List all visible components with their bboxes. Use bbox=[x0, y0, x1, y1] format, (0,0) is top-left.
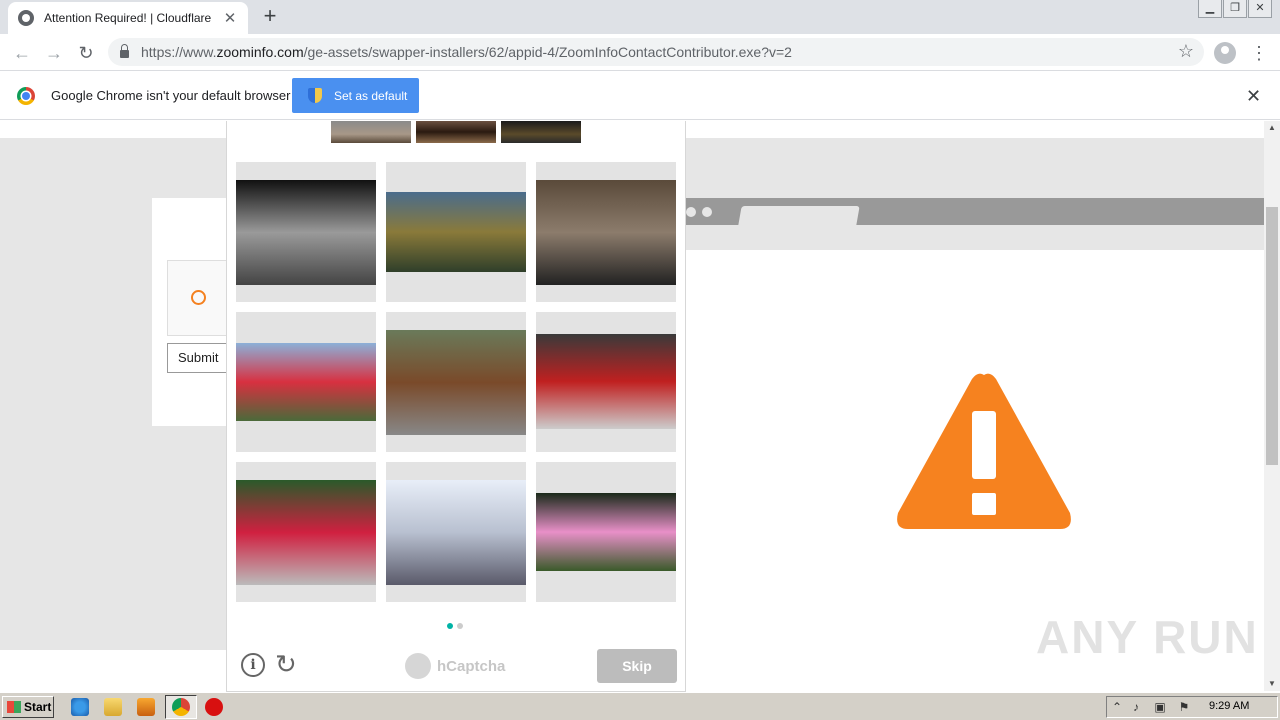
example-image bbox=[331, 121, 411, 143]
infobar-close-icon[interactable]: ✕ bbox=[1246, 86, 1261, 107]
bookmark-star-icon[interactable]: ☆ bbox=[1178, 41, 1194, 62]
menu-kebab-icon[interactable]: ⋮ bbox=[1250, 42, 1268, 64]
address-bar[interactable]: https://www.zoominfo.com/ge-assets/swapp… bbox=[108, 38, 1204, 66]
example-image bbox=[501, 121, 581, 143]
chrome-logo-icon bbox=[17, 87, 35, 105]
start-button[interactable]: Start bbox=[2, 696, 54, 718]
tile-image bbox=[236, 480, 376, 585]
set-as-default-button[interactable]: Set as default bbox=[292, 78, 419, 113]
tile-image bbox=[536, 334, 676, 429]
captcha-tile-sports-car[interactable] bbox=[236, 162, 376, 302]
captcha-tile-rubble-bike[interactable] bbox=[536, 162, 676, 302]
restore-button[interactable]: ❐ bbox=[1223, 0, 1247, 18]
tray-expand-icon[interactable]: ⌃ bbox=[1110, 700, 1124, 714]
ie-icon[interactable] bbox=[71, 698, 89, 716]
scroll-up-arrow-icon[interactable]: ▲ bbox=[1264, 121, 1280, 135]
browser-toolbar: ← → ↻ https://www.zoominfo.com/ge-assets… bbox=[0, 34, 1280, 71]
captcha-tile-double-decker-bus[interactable] bbox=[386, 162, 526, 302]
tab-cloudflare[interactable]: Attention Required! | Cloudflare ✕ bbox=[8, 2, 248, 34]
tile-image bbox=[386, 480, 526, 585]
tab-strip: Attention Required! | Cloudflare ✕ + ▁ ❐… bbox=[0, 0, 1280, 34]
chrome-icon bbox=[172, 698, 190, 716]
windows-flag-icon bbox=[7, 701, 21, 713]
tile-image bbox=[386, 192, 526, 272]
hcaptcha-logo: hCaptcha bbox=[405, 653, 505, 679]
scroll-thumb[interactable] bbox=[1266, 207, 1278, 465]
page-dot[interactable] bbox=[457, 623, 463, 629]
page-indicator bbox=[447, 623, 463, 629]
reload-icon[interactable]: ↻ bbox=[73, 40, 99, 66]
warning-triangle-icon bbox=[897, 373, 1071, 529]
globe-icon bbox=[18, 10, 34, 26]
infobar-message: Google Chrome isn't your default browser bbox=[51, 88, 291, 103]
tab-close-icon[interactable]: ✕ bbox=[222, 9, 238, 27]
volume-icon[interactable]: ♪ bbox=[1129, 700, 1143, 714]
tile-image bbox=[536, 493, 676, 571]
start-label: Start bbox=[24, 700, 52, 714]
tab-title: Attention Required! | Cloudflare bbox=[44, 11, 212, 25]
illustration-dot bbox=[686, 207, 696, 217]
captcha-tile-pink-tour-bus[interactable] bbox=[536, 462, 676, 602]
url-text: https://www.zoominfo.com/ge-assets/swapp… bbox=[141, 44, 792, 60]
captcha-tile-train-side[interactable] bbox=[386, 462, 526, 602]
anyrun-watermark: ANY RUN bbox=[1036, 611, 1259, 663]
example-image bbox=[416, 121, 496, 143]
hcaptcha-wordmark: hCaptcha bbox=[437, 657, 506, 675]
forward-arrow-icon[interactable]: → bbox=[41, 40, 67, 66]
illustration-tab bbox=[738, 206, 860, 225]
illustration-dot bbox=[702, 207, 712, 217]
alert-app-icon[interactable] bbox=[205, 698, 223, 716]
uac-shield-icon bbox=[308, 88, 322, 103]
captcha-tile-fire-engine[interactable] bbox=[536, 312, 676, 452]
set-as-default-label: Set as default bbox=[334, 88, 408, 103]
captcha-tile-red-coach[interactable] bbox=[236, 462, 376, 602]
tile-image bbox=[386, 330, 526, 435]
loading-spinner-icon bbox=[191, 290, 206, 305]
network-icon[interactable]: ▣ bbox=[1153, 700, 1167, 714]
default-browser-infobar: Google Chrome isn't your default browser… bbox=[0, 72, 1280, 120]
refresh-icon[interactable]: ↻ bbox=[275, 650, 297, 678]
image-grid bbox=[236, 162, 678, 602]
info-icon[interactable]: i bbox=[241, 653, 265, 677]
lock-icon bbox=[120, 44, 129, 58]
illustration-toolbar bbox=[686, 225, 1264, 250]
vertical-scrollbar[interactable]: ▲ ▼ bbox=[1264, 121, 1280, 691]
minimize-button[interactable]: ▁ bbox=[1198, 0, 1222, 18]
tile-image bbox=[536, 180, 676, 285]
scroll-down-arrow-icon[interactable]: ▼ bbox=[1264, 677, 1280, 691]
example-images bbox=[331, 121, 581, 143]
tile-image bbox=[236, 343, 376, 421]
close-window-button[interactable]: ✕ bbox=[1248, 0, 1272, 18]
captcha-tile-train-platform[interactable] bbox=[386, 312, 526, 452]
folder-icon[interactable] bbox=[104, 698, 122, 716]
page-dot[interactable] bbox=[447, 623, 453, 629]
action-center-flag-icon[interactable]: ⚑ bbox=[1177, 700, 1191, 714]
profile-avatar-icon[interactable] bbox=[1214, 42, 1236, 64]
skip-button[interactable]: Skip bbox=[597, 649, 677, 683]
system-tray: ⌃ ♪ ▣ ⚑ 9:29 AM bbox=[1106, 696, 1278, 718]
media-player-icon[interactable] bbox=[137, 698, 155, 716]
hcaptcha-challenge: i ↻ hCaptcha Skip bbox=[226, 121, 686, 692]
window-controls: ▁ ❐ ✕ bbox=[1197, 0, 1272, 18]
windows-taskbar: Start ⌃ ♪ ▣ ⚑ 9:29 AM bbox=[0, 692, 1280, 720]
tile-image bbox=[236, 180, 376, 285]
captcha-tile-red-bus-station[interactable] bbox=[236, 312, 376, 452]
back-arrow-icon[interactable]: ← bbox=[9, 40, 35, 66]
taskbar-clock[interactable]: 9:29 AM bbox=[1209, 700, 1249, 712]
new-tab-button[interactable]: + bbox=[258, 5, 282, 29]
hcaptcha-mark-icon bbox=[405, 653, 431, 679]
